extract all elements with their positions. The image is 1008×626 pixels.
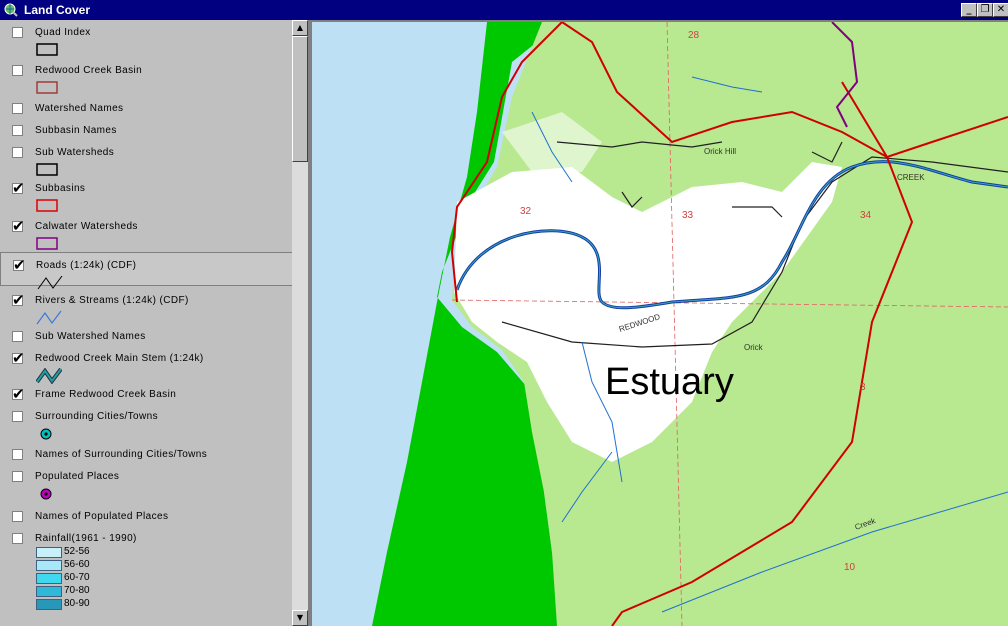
rainfall-label: 52-56 (64, 546, 90, 557)
layer-name: Surrounding Cities/Towns (35, 411, 158, 422)
svg-text:3: 3 (860, 382, 866, 393)
layer-name: Roads (1:24k) (CDF) (36, 260, 137, 271)
layer-name: Redwood Creek Main Stem (1:24k) (35, 353, 204, 364)
layer-symbol-rect (36, 199, 58, 212)
layer-symbol-dot (40, 488, 52, 500)
scroll-up-button[interactable]: ▲ (292, 20, 308, 36)
layer-symbol-line (36, 310, 62, 325)
layer-item[interactable]: Quad Index (0, 26, 292, 56)
layer-symbol-dot (40, 428, 52, 440)
check-icon: ✔ (12, 385, 25, 403)
layer-visibility-checkbox[interactable]: ✔ (12, 179, 25, 197)
svg-text:33: 33 (682, 210, 694, 221)
rainfall-swatch (36, 573, 62, 584)
layer-name: Frame Redwood Creek Basin (35, 389, 177, 400)
layer-symbol-rect (36, 43, 58, 56)
layer-visibility-checkbox[interactable]: ✔ (12, 217, 25, 235)
layer-name: Rivers & Streams (1:24k) (CDF) (35, 295, 189, 306)
rainfall-class: 56-60 (0, 559, 120, 571)
rainfall-class: 60-70 (0, 572, 120, 584)
close-button[interactable]: ✕ (993, 3, 1008, 17)
layer-visibility-checkbox[interactable] (12, 65, 23, 76)
rainfall-label: 80-90 (64, 598, 90, 609)
svg-text:32: 32 (520, 206, 532, 217)
layer-visibility-checkbox[interactable]: ✔ (12, 385, 25, 403)
layer-item[interactable]: Sub Watersheds (0, 146, 292, 176)
layer-item[interactable]: Populated Places (0, 470, 292, 500)
rainfall-class: 70-80 (0, 585, 120, 597)
layer-symbol-rect (36, 81, 58, 94)
layer-name: Sub Watersheds (35, 147, 115, 158)
estuary-label: Estuary (605, 361, 734, 403)
title-bar: Land Cover _ ❐ ✕ (0, 0, 1008, 20)
svg-text:10: 10 (844, 562, 856, 573)
layer-name: Populated Places (35, 471, 120, 482)
rainfall-class: 52-56 (0, 546, 120, 558)
layer-name: Rainfall(1961 - 1990) (35, 533, 137, 544)
layer-visibility-checkbox[interactable] (12, 103, 23, 114)
svg-text:Orick Hill: Orick Hill (704, 147, 736, 156)
layer-symbol-rect (36, 163, 58, 176)
layer-visibility-checkbox[interactable]: ✔ (12, 291, 25, 309)
layer-visibility-checkbox[interactable]: ✔ (12, 349, 25, 367)
rainfall-swatch (36, 560, 62, 571)
layer-name: Redwood Creek Basin (35, 65, 143, 76)
svg-text:CREEK: CREEK (897, 173, 925, 182)
check-icon: ✔ (12, 349, 25, 367)
layer-visibility-checkbox[interactable] (12, 147, 23, 158)
rainfall-swatch (36, 586, 62, 597)
scroll-thumb[interactable] (292, 36, 308, 162)
layer-name: Watershed Names (35, 103, 124, 114)
layer-item[interactable]: ✔ Calwater Watersheds (0, 217, 292, 250)
layer-name: Names of Populated Places (35, 511, 169, 522)
layer-item[interactable]: ✔ Redwood Creek Main Stem (1:24k) (0, 349, 292, 384)
rainfall-label: 60-70 (64, 572, 90, 583)
layer-name: Subbasins (35, 183, 86, 194)
scroll-down-button[interactable]: ▼ (292, 610, 308, 626)
layer-list: Quad Index Redwood Creek Basin Watershed N… (0, 20, 292, 626)
layer-symbol-line (37, 275, 63, 290)
layer-list-scrollbar[interactable]: ▲ ▼ (292, 20, 308, 626)
rainfall-swatch (36, 547, 62, 558)
layer-visibility-checkbox[interactable] (12, 449, 23, 460)
layer-visibility-checkbox[interactable] (12, 27, 23, 38)
layer-name: Subbasin Names (35, 125, 117, 136)
layer-visibility-checkbox[interactable]: ✔ (13, 256, 26, 274)
layer-item[interactable]: ✔ Rivers & Streams (1:24k) (CDF) (0, 291, 292, 325)
svg-text:34: 34 (860, 210, 872, 221)
layer-visibility-checkbox[interactable] (12, 331, 23, 342)
layer-name: Names of Surrounding Cities/Towns (35, 449, 208, 460)
svg-text:28: 28 (688, 30, 700, 41)
globe-icon (4, 3, 18, 17)
layer-visibility-checkbox[interactable] (12, 125, 23, 136)
rainfall-label: 56-60 (64, 559, 90, 570)
check-icon: ✔ (12, 217, 25, 235)
map-view[interactable]: 28 32 33 34 3 10 Orick Orick Hill REDWOO… (312, 22, 1008, 626)
svg-text:Orick: Orick (744, 343, 764, 352)
layer-name: Sub Watershed Names (35, 331, 146, 342)
rainfall-label: 70-80 (64, 585, 90, 596)
check-icon: ✔ (13, 256, 26, 274)
layer-visibility-checkbox[interactable] (12, 533, 23, 544)
layer-visibility-checkbox[interactable] (12, 411, 23, 422)
layer-symbol-zigzag (36, 368, 62, 384)
layer-visibility-checkbox[interactable] (12, 511, 23, 522)
window-title: Land Cover (24, 3, 91, 17)
layer-name: Quad Index (35, 27, 91, 38)
layer-visibility-checkbox[interactable] (12, 471, 23, 482)
check-icon: ✔ (12, 291, 25, 309)
layer-item[interactable]: ✔ Roads (1:24k) (CDF) (0, 252, 292, 290)
layer-item[interactable]: Surrounding Cities/Towns (0, 410, 292, 440)
layer-item[interactable]: ✔ Subbasins (0, 179, 292, 212)
layer-symbol-rect (36, 237, 58, 250)
minimize-button[interactable]: _ (961, 3, 977, 17)
layer-item[interactable]: Redwood Creek Basin (0, 64, 292, 94)
layer-name: Calwater Watersheds (35, 221, 138, 232)
check-icon: ✔ (12, 179, 25, 197)
restore-button[interactable]: ❐ (977, 3, 993, 17)
rainfall-class: 80-90 (0, 598, 120, 610)
rainfall-swatch (36, 599, 62, 610)
